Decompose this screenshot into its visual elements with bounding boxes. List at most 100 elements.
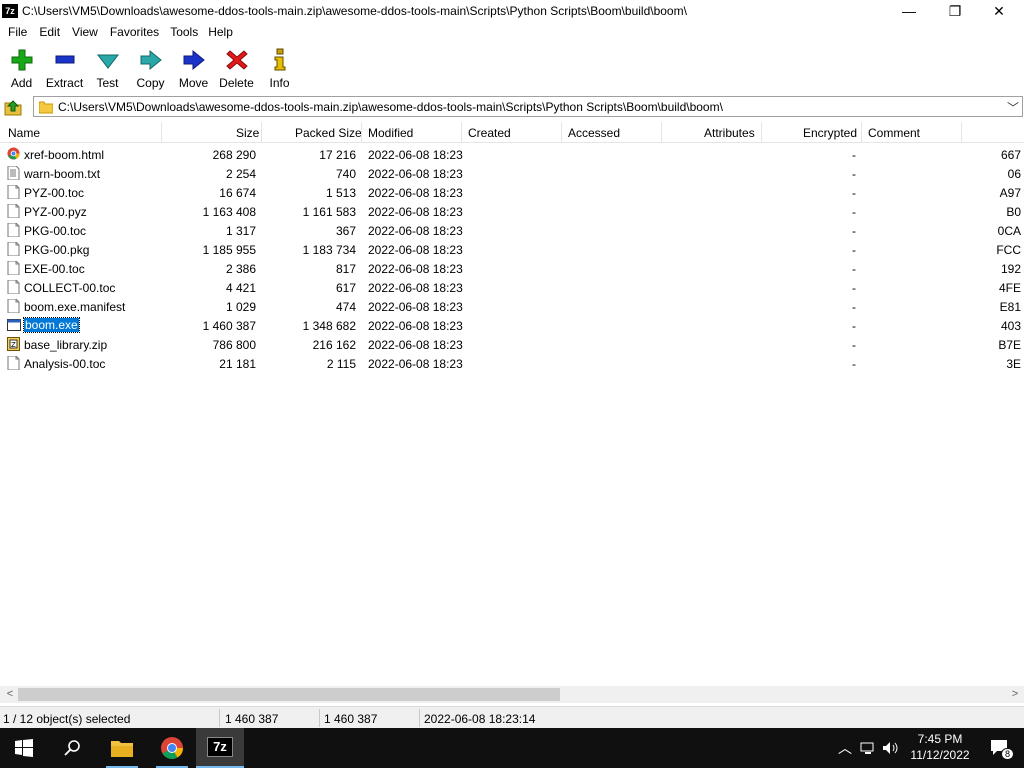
file-encrypted: - (852, 262, 856, 276)
menu-favorites[interactable]: Favorites (105, 23, 166, 42)
file-size: 786 800 (212, 338, 256, 352)
column-name[interactable]: Name (8, 126, 40, 140)
file-packed-size: 367 (335, 224, 356, 238)
toolbar: Add Extract Test Copy Move Delete Info (0, 44, 1024, 92)
table-row[interactable]: PYZ-00.pyz 1 163 408 1 161 583 2022-06-08 1… (0, 202, 1024, 221)
column-attributes[interactable]: Attributes (704, 126, 755, 140)
menu-view[interactable]: View (67, 23, 105, 42)
table-row[interactable]: boom.exe 1 460 387 1 348 682 2022-06-08 18:… (0, 316, 1024, 335)
network-icon[interactable] (860, 741, 876, 755)
file-modified: 2022-06-08 18:23 (368, 186, 463, 200)
column-divider[interactable] (161, 122, 162, 142)
delete-button[interactable]: Delete (215, 44, 258, 92)
table-row[interactable]: xref-boom.html 268 290 17 216 2022-06-08 18… (0, 145, 1024, 164)
column-divider[interactable] (661, 122, 662, 142)
file-name[interactable]: COLLECT-00.toc (24, 281, 115, 295)
move-button[interactable]: Move (172, 44, 215, 92)
file-name[interactable]: warn-boom.txt (24, 167, 100, 181)
close-button[interactable]: ✕ (976, 0, 1022, 22)
scroll-left-icon[interactable]: < (3, 688, 17, 701)
file-packed-size: 817 (335, 262, 356, 276)
file-name[interactable]: boom.exe.manifest (24, 300, 125, 314)
status-bar: 1 / 12 object(s) selected 1 460 387 1 46… (0, 706, 1024, 728)
taskbar-7zip[interactable]: 7z (196, 728, 244, 768)
file-encrypted: - (852, 300, 856, 314)
file-name[interactable]: EXE-00.toc (24, 262, 85, 276)
file-name[interactable]: PKG-00.toc (24, 224, 86, 238)
table-row[interactable]: PYZ-00.toc 16 674 1 513 2022-06-08 18:23 - A9… (0, 183, 1024, 202)
file-name[interactable]: PYZ-00.pyz (24, 205, 87, 219)
extract-button[interactable]: Extract (43, 44, 86, 92)
file-crc-text: 667 (1000, 148, 1021, 162)
clock[interactable]: 7:45 PM 11/12/2022 (906, 731, 974, 763)
path-input[interactable]: C:\Users\VM5\Downloads\awesome-ddos-tool… (33, 96, 1023, 117)
column-divider[interactable] (761, 122, 762, 142)
column-packed-size[interactable]: Packed Size (295, 126, 362, 140)
chevron-up-icon[interactable]: ︿ (838, 738, 852, 758)
file-size: 1 460 387 (202, 319, 256, 333)
column-modified[interactable]: Modified (368, 126, 413, 140)
copy-button[interactable]: Copy (129, 44, 172, 92)
up-folder-icon[interactable] (3, 97, 23, 117)
file-size: 1 317 (225, 224, 256, 238)
column-comment[interactable]: Comment (868, 126, 920, 140)
file-name[interactable]: Analysis-00.toc (24, 357, 105, 371)
search-button[interactable] (48, 728, 96, 768)
column-divider[interactable] (361, 122, 362, 142)
table-row[interactable]: COLLECT-00.toc 4 421 617 2022-06-08 18:23 - 4… (0, 278, 1024, 297)
scrollbar-thumb[interactable] (18, 688, 560, 701)
file-crc: E81 (961, 300, 1021, 314)
table-row[interactable]: EXE-00.toc 2 386 817 2022-06-08 18:23 - 192 (0, 259, 1024, 278)
column-divider[interactable] (961, 122, 962, 142)
restore-button[interactable]: ❐ (932, 0, 978, 22)
volume-icon[interactable] (882, 741, 898, 755)
start-button[interactable] (0, 728, 48, 768)
column-size[interactable]: Size (236, 126, 259, 140)
move-arrow-icon (183, 49, 205, 71)
column-divider[interactable] (861, 122, 862, 142)
add-button[interactable]: Add (0, 44, 43, 92)
file-name[interactable]: base_library.zip (24, 338, 107, 352)
column-divider[interactable] (261, 122, 262, 142)
notification-badge: 8 (1000, 748, 1014, 760)
table-row[interactable]: boom.exe.manifest 1 029 474 2022-06-08 18:2… (0, 297, 1024, 316)
file-crc-text: 3E (1006, 357, 1021, 371)
table-row[interactable]: Zbase_library.zip 786 800 216 162 2022-06-0… (0, 335, 1024, 354)
move-label: Move (178, 76, 209, 90)
file-modified: 2022-06-08 18:23 (368, 262, 463, 276)
table-row[interactable]: PKG-00.pkg 1 185 955 1 183 734 2022-06-08 1… (0, 240, 1024, 259)
column-divider[interactable] (561, 122, 562, 142)
column-created[interactable]: Created (468, 126, 511, 140)
column-divider[interactable] (461, 122, 462, 142)
table-row[interactable]: warn-boom.txt 2 254 740 2022-06-08 18:23 - 06 (0, 164, 1024, 183)
minimize-button[interactable]: — (886, 0, 932, 22)
menu-edit[interactable]: Edit (34, 23, 67, 42)
action-center-button[interactable]: 8 (976, 728, 1024, 768)
scroll-right-icon[interactable]: > (1008, 688, 1022, 701)
table-row[interactable]: Analysis-00.toc 21 181 2 115 2022-06-08 18:… (0, 354, 1024, 373)
taskbar: 7z ︿ 7:45 PM 11/12/2022 8 (0, 728, 1024, 768)
folder-icon (39, 101, 53, 114)
info-button[interactable]: Info (258, 44, 301, 92)
file-encrypted: - (852, 281, 856, 295)
column-encrypted[interactable]: Encrypted (803, 126, 857, 140)
file-name[interactable]: PKG-00.pkg (24, 243, 89, 257)
file-crc: 0CA (961, 224, 1021, 238)
test-button[interactable]: Test (86, 44, 129, 92)
horizontal-scrollbar[interactable]: < > (0, 686, 1024, 703)
menu-file[interactable]: File (0, 23, 34, 42)
file-name[interactable]: PYZ-00.toc (24, 186, 84, 200)
file-crc-text: 192 (1000, 262, 1021, 276)
file-name[interactable]: boom.exe (23, 317, 80, 333)
column-accessed[interactable]: Accessed (568, 126, 620, 140)
menu-help[interactable]: Help (205, 23, 240, 42)
chevron-down-icon[interactable]: ﹀ (1007, 99, 1019, 116)
taskbar-file-explorer[interactable] (98, 728, 146, 768)
file-packed-size: 740 (335, 167, 356, 181)
menu-tools[interactable]: Tools (166, 23, 205, 42)
file-packed-size: 1 513 (325, 186, 356, 200)
file-name[interactable]: xref-boom.html (24, 148, 104, 162)
table-row[interactable]: PKG-00.toc 1 317 367 2022-06-08 18:23 - 0CA (0, 221, 1024, 240)
svg-text:Z: Z (11, 341, 16, 349)
taskbar-chrome[interactable] (148, 728, 196, 768)
